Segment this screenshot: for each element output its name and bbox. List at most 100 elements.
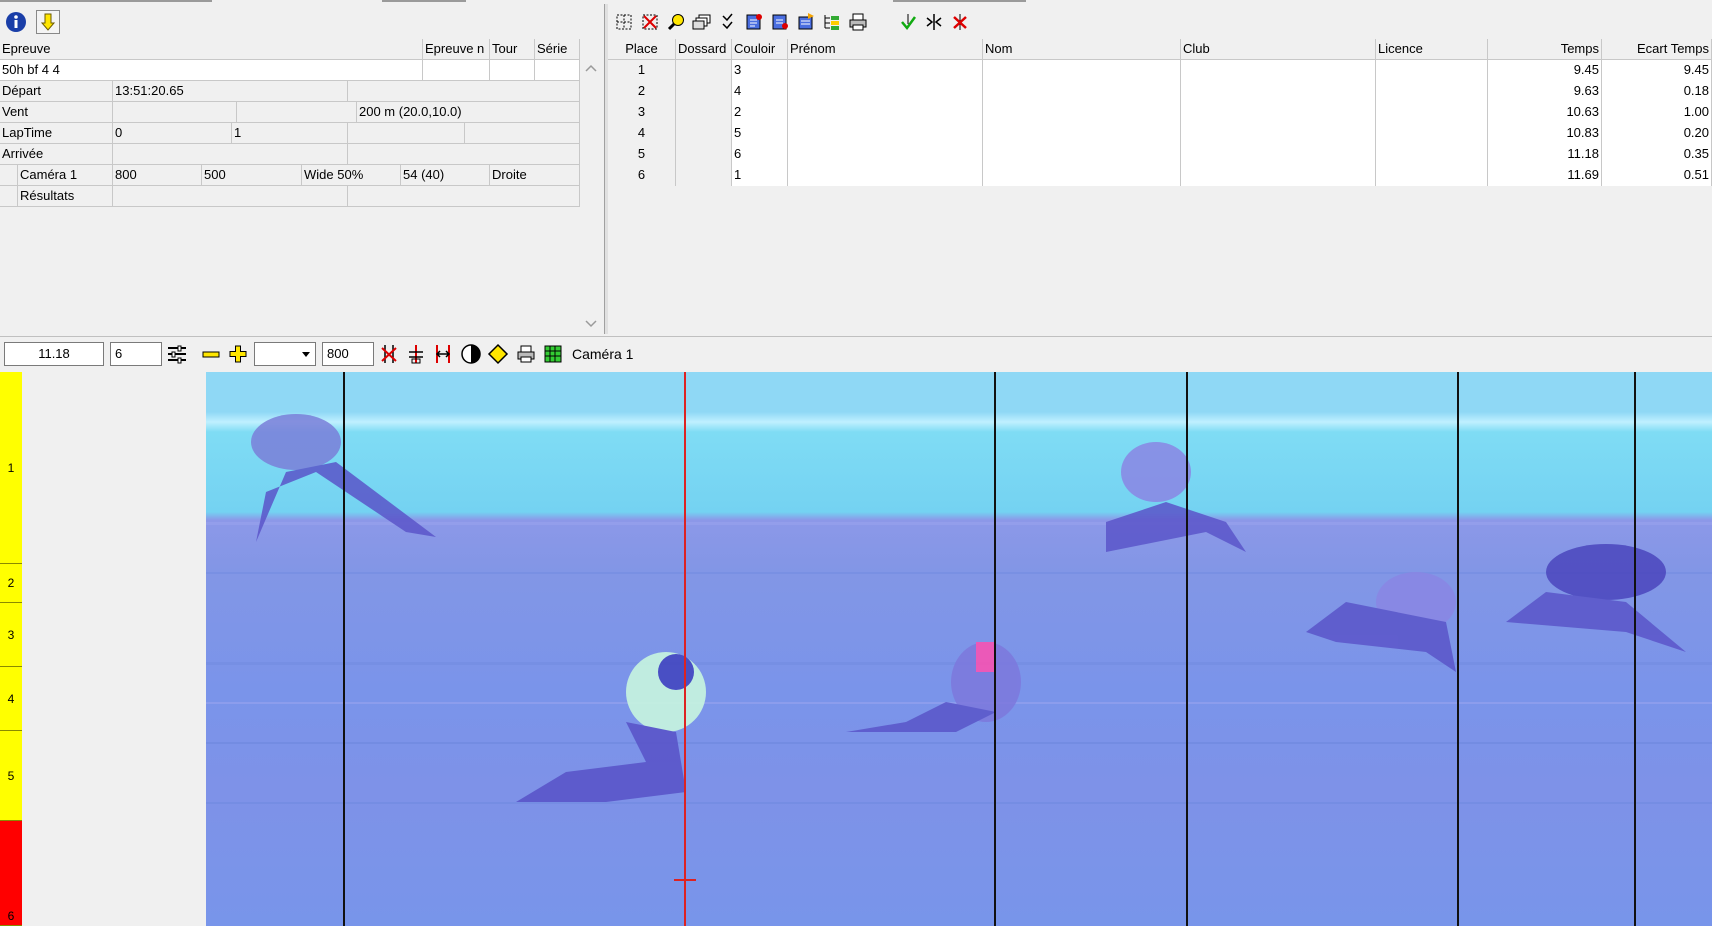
chevron-down-icon[interactable] xyxy=(299,343,313,365)
cell-prenom[interactable] xyxy=(788,102,983,123)
cell-prenom[interactable] xyxy=(788,123,983,144)
cell-temps[interactable]: 11.18 xyxy=(1488,144,1602,165)
search-button[interactable] xyxy=(664,10,688,34)
cell-nom[interactable] xyxy=(983,81,1181,102)
contrast-button[interactable] xyxy=(459,342,483,366)
header-ecart[interactable]: Ecart Temps xyxy=(1602,39,1712,60)
cell-place[interactable]: 1 xyxy=(608,60,676,81)
camera-value-1[interactable]: 800 xyxy=(113,165,202,186)
cell-place[interactable]: 5 xyxy=(608,144,676,165)
cell-nom[interactable] xyxy=(983,60,1181,81)
depart-extra[interactable] xyxy=(348,81,580,102)
remove-button[interactable] xyxy=(948,10,972,34)
cell-place[interactable]: 3 xyxy=(608,102,676,123)
header-place[interactable]: Place xyxy=(608,39,676,60)
chevron-up-icon[interactable] xyxy=(583,61,599,75)
import-button[interactable] xyxy=(742,10,766,34)
cell-couloir[interactable]: 1 xyxy=(732,165,788,186)
cell-temps[interactable]: 9.45 xyxy=(1488,60,1602,81)
depart-value[interactable]: 13:51:20.65 xyxy=(113,81,348,102)
tour-cell[interactable] xyxy=(490,60,535,81)
event-name-row[interactable]: 50h bf 4 4 xyxy=(0,60,580,81)
print-image-button[interactable] xyxy=(514,342,538,366)
cell-temps[interactable]: 10.83 xyxy=(1488,123,1602,144)
laptime-cell-4[interactable] xyxy=(465,123,580,144)
cell-temps[interactable]: 11.69 xyxy=(1488,165,1602,186)
cell-couloir[interactable]: 6 xyxy=(732,144,788,165)
camera-value-5[interactable]: Droite xyxy=(490,165,580,186)
tree-button[interactable] xyxy=(820,10,844,34)
resultats-cell[interactable] xyxy=(113,186,348,207)
result-row[interactable]: 3 2 10.63 1.00 xyxy=(608,102,1712,123)
cell-club[interactable] xyxy=(1181,165,1376,186)
cell-place[interactable]: 4 xyxy=(608,123,676,144)
header-couloir[interactable]: Couloir xyxy=(732,39,788,60)
download-button[interactable] xyxy=(36,10,60,34)
vent-cell-2[interactable] xyxy=(237,102,357,123)
header-prenom[interactable]: Prénom xyxy=(788,39,983,60)
cell-dossard[interactable] xyxy=(676,102,732,123)
cell-ecart[interactable]: 9.45 xyxy=(1602,60,1712,81)
cell-licence[interactable] xyxy=(1376,144,1488,165)
lane-3[interactable]: 3 xyxy=(0,603,22,667)
camera-row[interactable]: Caméra 1 800 500 Wide 50% 54 (40) Droite xyxy=(0,165,580,186)
cell-ecart[interactable]: 0.35 xyxy=(1602,144,1712,165)
arrivee-row[interactable]: Arrivée xyxy=(0,144,580,165)
windows-button[interactable] xyxy=(690,10,714,34)
lane-6[interactable]: 6 xyxy=(0,821,22,926)
resultats-row[interactable]: Résultats xyxy=(0,186,580,207)
laptime-value-2[interactable]: 1 xyxy=(232,123,348,144)
cell-licence[interactable] xyxy=(1376,81,1488,102)
cell-licence[interactable] xyxy=(1376,60,1488,81)
cell-temps[interactable]: 10.63 xyxy=(1488,102,1602,123)
vent-row[interactable]: Vent 200 m (20.0,10.0) xyxy=(0,102,580,123)
result-row[interactable]: 1 3 9.45 9.45 xyxy=(608,60,1712,81)
cell-licence[interactable] xyxy=(1376,123,1488,144)
transfer-button[interactable] xyxy=(794,10,818,34)
cell-ecart[interactable]: 1.00 xyxy=(1602,102,1712,123)
lane-1[interactable]: 1 xyxy=(0,372,22,564)
width-field[interactable]: 800 xyxy=(322,342,374,366)
zoom-out-button[interactable] xyxy=(199,342,223,366)
cell-ecart[interactable]: 0.20 xyxy=(1602,123,1712,144)
cell-prenom[interactable] xyxy=(788,144,983,165)
cell-nom[interactable] xyxy=(983,144,1181,165)
arrivee-cell[interactable] xyxy=(113,144,348,165)
event-name[interactable]: 50h bf 4 4 xyxy=(0,60,423,81)
header-temps[interactable]: Temps xyxy=(1488,39,1602,60)
cell-dossard[interactable] xyxy=(676,165,732,186)
photo-finish-image[interactable] xyxy=(206,372,1712,926)
cell-nom[interactable] xyxy=(983,165,1181,186)
cell-couloir[interactable]: 3 xyxy=(732,60,788,81)
lane-2[interactable]: 2 xyxy=(0,564,22,603)
clear-lines-button[interactable] xyxy=(377,342,401,366)
vent-value[interactable]: 200 m (20.0,10.0) xyxy=(357,102,580,123)
header-nom[interactable]: Nom xyxy=(983,39,1181,60)
laptime-value-1[interactable]: 0 xyxy=(113,123,232,144)
vent-cell-1[interactable] xyxy=(113,102,237,123)
cell-couloir[interactable]: 2 xyxy=(732,102,788,123)
lane-5[interactable]: 5 xyxy=(0,731,22,821)
cell-place[interactable]: 6 xyxy=(608,165,676,186)
print-button[interactable] xyxy=(846,10,870,34)
split-button[interactable] xyxy=(922,10,946,34)
laptime-cell-3[interactable] xyxy=(348,123,465,144)
export-button[interactable] xyxy=(768,10,792,34)
cursor-button[interactable] xyxy=(404,342,428,366)
cell-prenom[interactable] xyxy=(788,165,983,186)
info-button[interactable] xyxy=(4,10,28,34)
header-dossard[interactable]: Dossard xyxy=(676,39,732,60)
cell-dossard[interactable] xyxy=(676,144,732,165)
result-row[interactable]: 6 1 11.69 0.51 xyxy=(608,165,1712,186)
cell-couloir[interactable]: 4 xyxy=(732,81,788,102)
cell-dossard[interactable] xyxy=(676,81,732,102)
lane-4[interactable]: 4 xyxy=(0,667,22,731)
cell-club[interactable] xyxy=(1181,102,1376,123)
cell-temps[interactable]: 9.63 xyxy=(1488,81,1602,102)
measure-button[interactable] xyxy=(431,342,455,366)
header-licence[interactable]: Licence xyxy=(1376,39,1488,60)
cell-place[interactable]: 2 xyxy=(608,81,676,102)
laptime-row[interactable]: LapTime 0 1 xyxy=(0,123,580,144)
cell-licence[interactable] xyxy=(1376,165,1488,186)
cell-couloir[interactable]: 5 xyxy=(732,123,788,144)
